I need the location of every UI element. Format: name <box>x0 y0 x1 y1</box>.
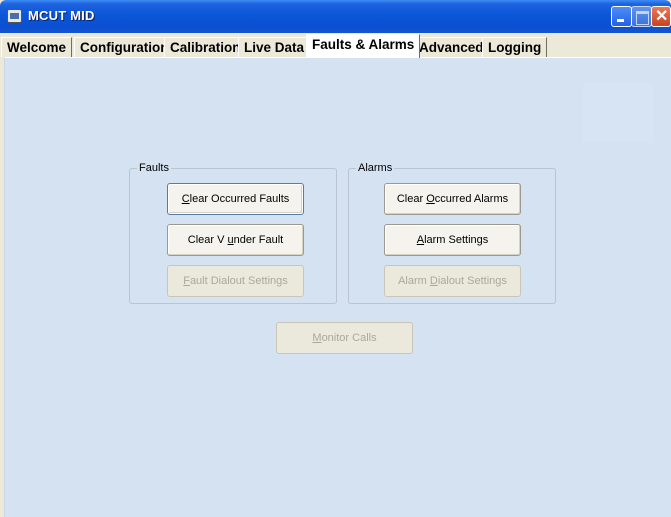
faults-alarms-panel: Faults Clear Occurred Faults Clear V und… <box>4 57 671 517</box>
title-bar[interactable]: MCUT MID ✕ <box>0 0 671 33</box>
close-button[interactable]: ✕ <box>651 6 671 27</box>
fault-dialout-settings-label: ault Dialout Settings <box>189 275 288 287</box>
app-icon[interactable] <box>7 9 22 23</box>
clear-occurred-faults-button[interactable]: Clear Occurred Faults <box>167 183 304 215</box>
alarm-dialout-settings-mnemonic: D <box>429 275 438 287</box>
clear-v-under-fault-label: nder Fault <box>233 234 284 246</box>
clear-occurred-alarms-mnemonic: O <box>426 193 435 205</box>
tab-faults-alarms[interactable]: Faults & Alarms <box>306 34 421 58</box>
clear-v-under-fault-button[interactable]: Clear V under Fault <box>167 224 304 256</box>
clear-occurred-alarms-label: ccurred Alarms <box>434 193 509 205</box>
faults-group-label: Faults <box>137 161 171 175</box>
alarm-dialout-settings-label-pre: Alarm <box>398 275 430 287</box>
tab-live-data[interactable]: Live Data <box>238 37 311 57</box>
alarm-settings-label: larm Settings <box>424 234 489 246</box>
monitor-calls-mnemonic: M <box>312 332 322 344</box>
tab-logging[interactable]: Logging <box>482 37 548 57</box>
clear-occurred-faults-label: lear Occurred Faults <box>189 193 290 205</box>
tab-welcome[interactable]: Welcome <box>1 37 73 57</box>
tab-bar: Welcome Configuration Calibration Live D… <box>0 33 671 58</box>
close-icon: ✕ <box>655 8 669 25</box>
alarm-dialout-settings-button[interactable]: Alarm Dialout Settings <box>384 265 521 297</box>
clear-v-under-fault-label-pre: Clear V <box>187 234 228 246</box>
monitor-calls-button[interactable]: Monitor Calls <box>276 322 413 354</box>
alarms-group-label: Alarms <box>356 161 395 175</box>
monitor-calls-label: onitor Calls <box>321 332 377 344</box>
background-panel <box>583 83 653 143</box>
alarm-settings-mnemonic: A <box>416 234 425 246</box>
minimize-button[interactable] <box>611 6 632 27</box>
tab-advanced[interactable]: Advanced <box>413 37 490 57</box>
fault-dialout-settings-button[interactable]: Fault Dialout Settings <box>167 265 304 297</box>
tab-calibration[interactable]: Calibration <box>164 37 247 57</box>
app-window: MCUT MID ✕ Welcome Configuration Calibra… <box>0 0 671 517</box>
window-title: MCUT MID <box>28 8 95 23</box>
tab-configuration[interactable]: Configuration <box>74 37 175 57</box>
clear-occurred-alarms-button[interactable]: Clear Occurred Alarms <box>384 183 521 215</box>
fault-dialout-settings-mnemonic: F <box>183 275 190 287</box>
clear-occurred-alarms-label-pre: Clear <box>396 193 427 205</box>
clear-occurred-faults-mnemonic: C <box>181 193 190 205</box>
maximize-button[interactable] <box>631 6 652 27</box>
alarm-dialout-settings-label: ialout Settings <box>437 275 507 287</box>
alarm-settings-button[interactable]: Alarm Settings <box>384 224 521 256</box>
